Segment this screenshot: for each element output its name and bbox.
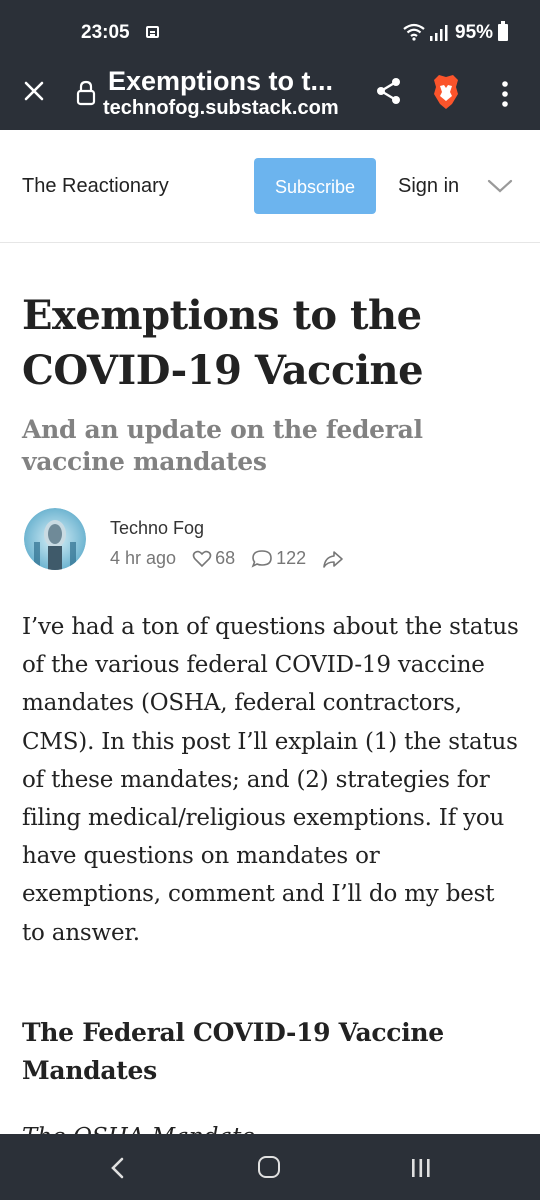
sub-heading: The OSHA Mandate (22, 1118, 522, 1134)
tab-title[interactable]: Exemptions to t... (108, 66, 348, 97)
signal-icon (430, 25, 448, 41)
subscribe-button[interactable]: Subscribe (254, 158, 376, 214)
article-subtitle: And an update on the federal vaccine man… (22, 415, 423, 476)
battery-icon (498, 21, 508, 41)
share-post-icon[interactable] (322, 549, 344, 569)
publication-name[interactable]: The Reactionary (22, 175, 169, 198)
like-count: 68 (215, 548, 236, 568)
browser-toolbar: Exemptions to t... technofog.substack.co… (0, 62, 540, 130)
site-header: The Reactionary Subscribe Sign in (0, 130, 540, 243)
more-menu-icon[interactable] (500, 80, 510, 108)
clock: 23:05 (81, 22, 130, 43)
avatar[interactable] (24, 508, 86, 570)
article-title: Exemptions to the COVID-19 Vaccine (22, 292, 424, 394)
back-icon[interactable] (108, 1156, 128, 1180)
close-icon[interactable] (22, 79, 46, 103)
sign-in-link[interactable]: Sign in (398, 175, 459, 198)
chevron-down-icon[interactable] (486, 178, 514, 194)
share-icon[interactable] (374, 76, 404, 106)
post-time: 4 hr ago (110, 548, 177, 568)
lock-icon[interactable] (76, 80, 96, 106)
article-body: I’ve had a ton of questions about the st… (22, 614, 519, 946)
comment-icon (251, 549, 272, 568)
like-button[interactable]: 68 (192, 548, 235, 569)
heart-icon (192, 550, 212, 567)
comments-button[interactable]: 122 (251, 548, 306, 569)
recents-icon[interactable] (410, 1158, 432, 1178)
url-text[interactable]: technofog.substack.com (103, 97, 343, 120)
brave-shields-icon[interactable] (430, 72, 462, 112)
status-bar: 23:05 95% (0, 0, 540, 62)
battery-level: 95% (455, 22, 494, 43)
author-name[interactable]: Techno Fog (110, 518, 204, 539)
notification-icon (146, 26, 159, 38)
comment-count: 122 (276, 548, 307, 568)
byline: Techno Fog 4 hr ago 68 122 (22, 508, 522, 572)
system-navigation-bar (0, 1134, 540, 1200)
home-icon[interactable] (258, 1156, 280, 1178)
post-meta: 4 hr ago 68 122 (110, 548, 347, 569)
wifi-icon (403, 23, 425, 41)
section-heading: The Federal COVID-19 Vaccine Mandates (22, 1018, 444, 1085)
